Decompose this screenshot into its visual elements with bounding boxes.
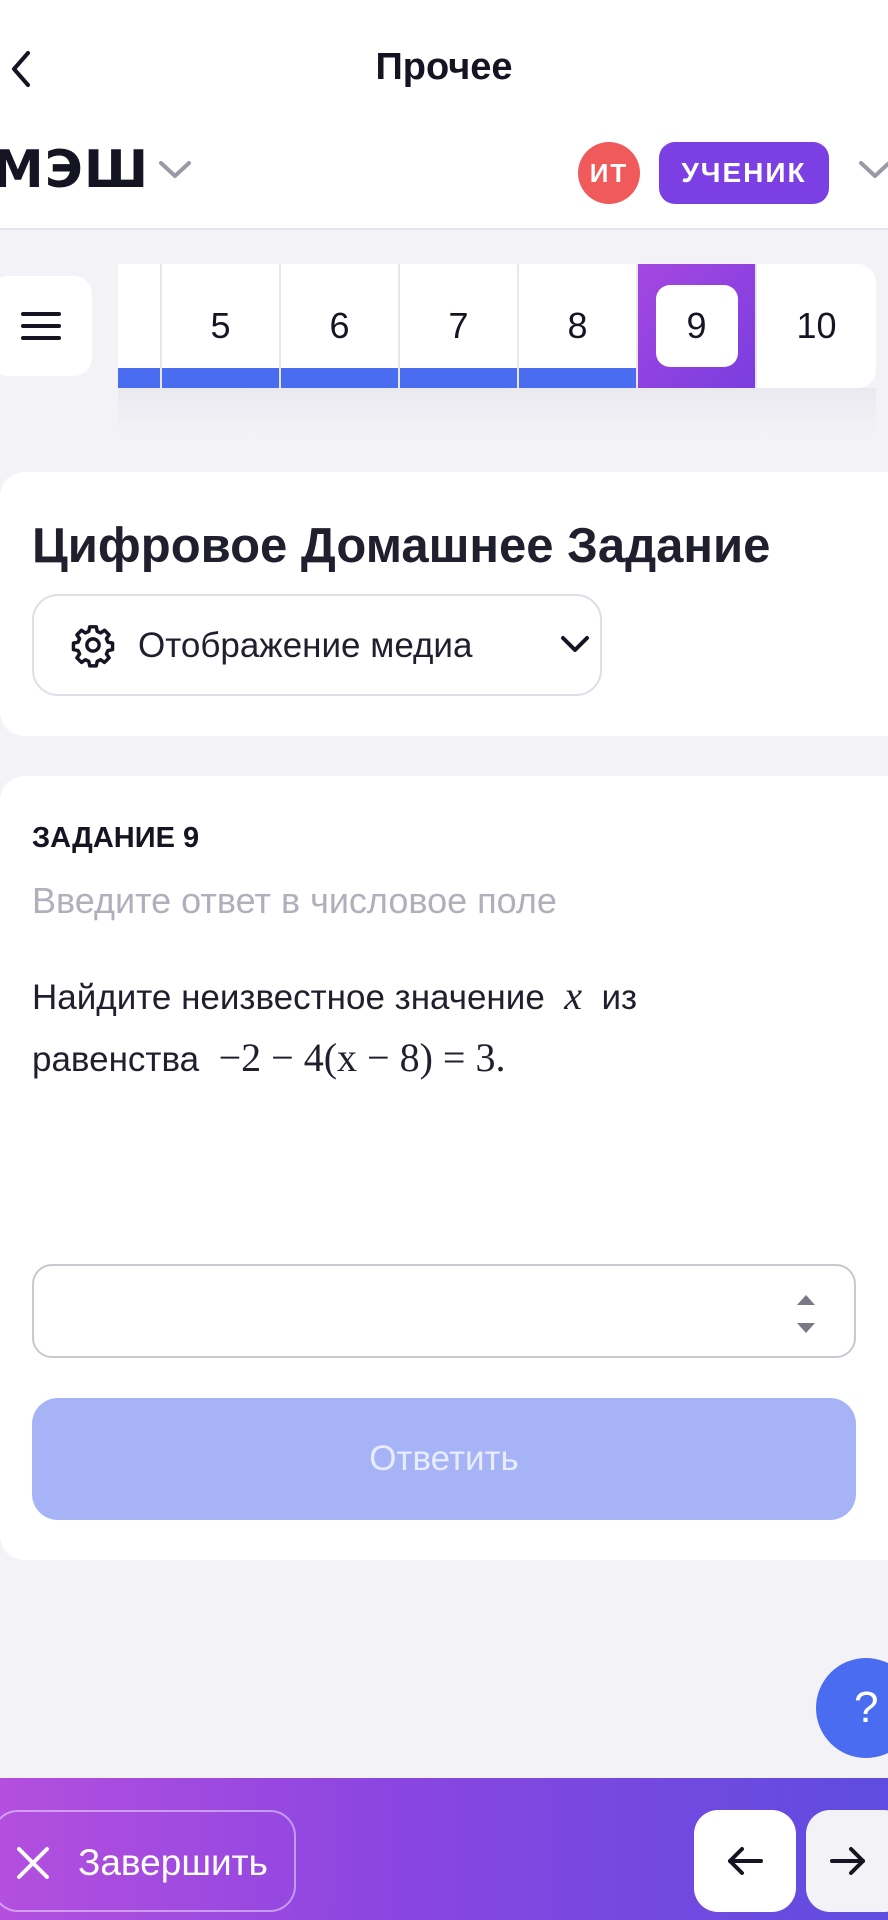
question-text: равенства: [32, 1040, 200, 1079]
submit-answer-button[interactable]: Ответить: [32, 1398, 856, 1520]
task-progress-bar: [519, 368, 636, 388]
task-progress-bar: [162, 368, 279, 388]
page-title: Цифровое Домашнее Задание: [32, 519, 771, 573]
task-item-10[interactable]: 10: [757, 264, 876, 388]
menu-button[interactable]: [0, 276, 92, 376]
question-text: Найдите неизвестное значение: [32, 978, 545, 1017]
task-item-partial[interactable]: [118, 264, 162, 388]
question-text: из: [601, 978, 638, 1017]
chevron-down-icon: [561, 636, 589, 652]
stepper-arrows-icon[interactable]: [794, 1290, 818, 1338]
finish-label: Завершить: [78, 1842, 268, 1883]
page-header-title: Прочее: [375, 46, 513, 88]
task-number: 8: [567, 305, 588, 346]
media-display-label: Отображение медиа: [138, 626, 473, 665]
close-icon: [17, 1847, 49, 1879]
task-item-5[interactable]: 5: [162, 264, 281, 388]
task-item-7[interactable]: 7: [400, 264, 519, 388]
task-number: 10: [796, 305, 837, 346]
strip-shadow: [118, 388, 876, 436]
task-progress-bar: [118, 368, 160, 388]
task-item-9[interactable]: 9: [638, 264, 757, 388]
chevron-down-icon[interactable]: [858, 160, 888, 180]
role-badge[interactable]: УЧЕНИК: [659, 142, 829, 204]
math-equation: −2 − 4(x − 8) = 3.: [218, 1035, 506, 1080]
help-button[interactable]: ?: [816, 1658, 888, 1758]
arrow-left-icon: [728, 1847, 763, 1875]
answer-number-input[interactable]: [32, 1264, 856, 1358]
next-task-button[interactable]: [806, 1810, 888, 1912]
task-number: 5: [210, 305, 231, 346]
task-progress-bar: [281, 368, 398, 388]
task-strip: 5 6 7 8 9 10: [118, 264, 876, 388]
task-question: Найдите неизвестное значение x из равенс…: [32, 966, 752, 1090]
task-progress-bar: [400, 368, 517, 388]
chevron-down-icon[interactable]: [158, 160, 192, 180]
task-item-6[interactable]: 6: [281, 264, 400, 388]
task-number: 7: [448, 305, 469, 346]
media-display-dropdown[interactable]: Отображение медиа: [32, 594, 602, 696]
math-variable: x: [564, 973, 582, 1018]
arrow-right-icon: [830, 1847, 865, 1875]
task-number-active: 9: [655, 285, 738, 367]
task-number: 6: [329, 305, 350, 346]
task-item-8[interactable]: 8: [519, 264, 638, 388]
brand-logo[interactable]: МЭШ: [0, 140, 149, 200]
finish-button[interactable]: Завершить: [0, 1810, 296, 1912]
gear-icon: [71, 625, 115, 668]
previous-task-button[interactable]: [694, 1810, 796, 1912]
hamburger-icon: [21, 312, 61, 340]
task-hint: Введите ответ в числовое поле: [32, 880, 557, 921]
task-label: ЗАДАНИЕ 9: [32, 822, 200, 854]
user-avatar[interactable]: ИТ: [578, 142, 640, 204]
